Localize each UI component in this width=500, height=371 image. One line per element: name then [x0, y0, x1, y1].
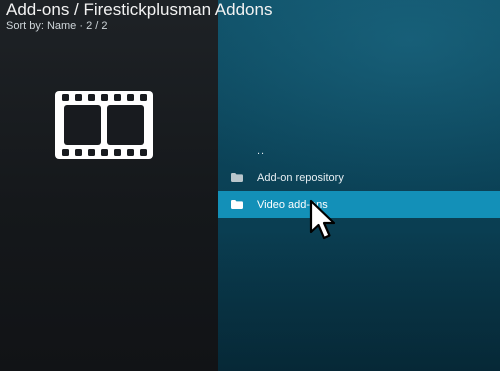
sort-info[interactable]: Sort by: Name · 2 / 2 — [6, 20, 272, 33]
page-title: Add-ons / Firestickplusman Addons — [6, 0, 273, 19]
folder-icon — [231, 200, 243, 209]
list-item-addon-repository[interactable]: Add-on repository — [218, 164, 500, 191]
list-item-parent[interactable]: .. — [218, 137, 500, 164]
left-panel — [0, 0, 218, 371]
mouse-cursor-icon — [309, 199, 336, 240]
addon-list: .. Add-on repository Video add-ons — [218, 137, 500, 218]
list-item-label: Add-on repository — [257, 171, 344, 184]
parent-folder-label: .. — [257, 144, 266, 157]
list-item-video-addons[interactable]: Video add-ons — [218, 191, 500, 218]
folder-icon — [231, 173, 243, 182]
film-strip-icon — [55, 91, 153, 159]
header: Add-ons / Firestickplusman Addons Sort b… — [6, 0, 272, 33]
